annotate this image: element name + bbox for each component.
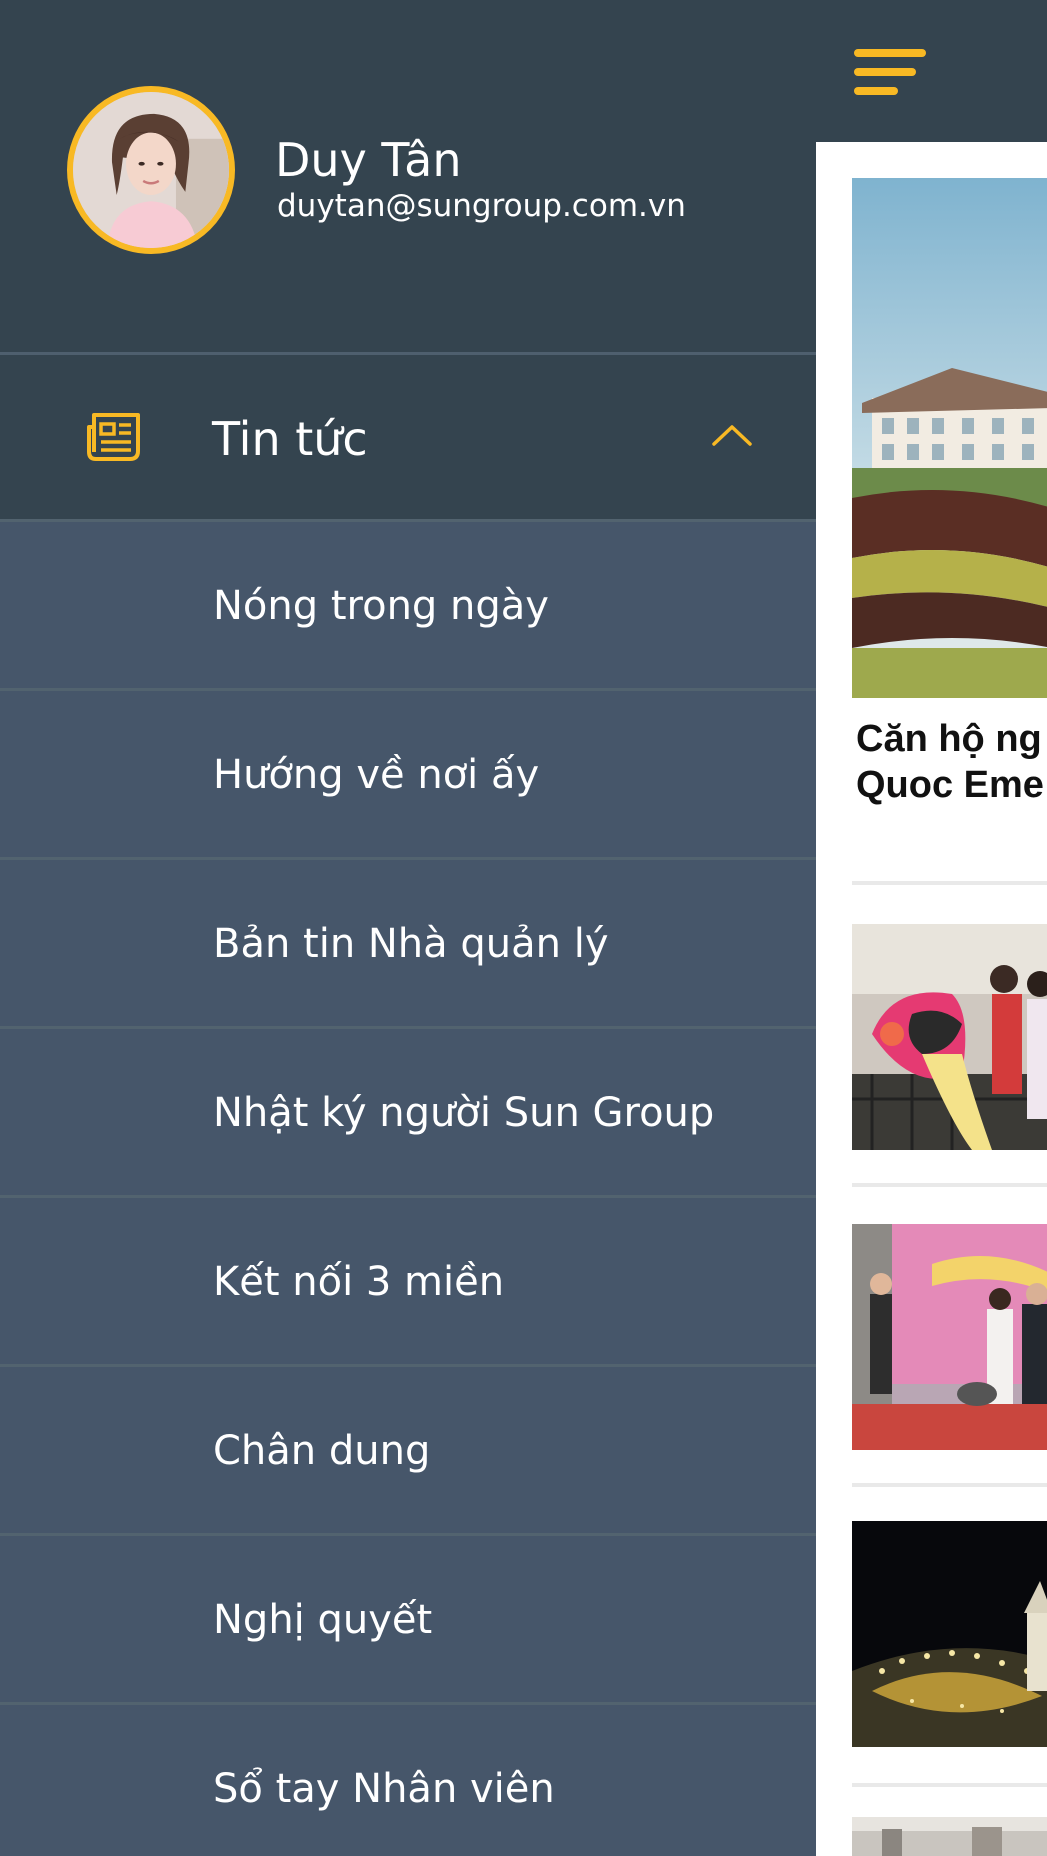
card-divider [852, 881, 1047, 885]
menu-section-news[interactable]: Tin tức [0, 355, 816, 522]
submenu-item-label: Nhật ký người Sun Group [213, 1090, 715, 1136]
article-thumbnail[interactable] [852, 1817, 1047, 1856]
menu-section-label: Tin tức [212, 412, 368, 466]
submenu-list: Nóng trong ngày Hướng về nơi ấy Bản tin … [0, 522, 816, 1856]
card-divider [852, 1783, 1047, 1787]
user-email: duytan@sungroup.com.vn [277, 188, 686, 224]
submenu-item-three-regions[interactable]: Kết nối 3 miền [0, 1198, 816, 1367]
featured-article-title[interactable]: Căn hộ ng Quoc Eme [856, 716, 1047, 808]
article-thumbnail[interactable] [852, 1521, 1047, 1747]
card-divider [852, 1483, 1047, 1487]
app-header [816, 0, 1047, 142]
submenu-item-sun-group-diary[interactable]: Nhật ký người Sun Group [0, 1029, 816, 1198]
submenu-item-label: Hướng về nơi ấy [213, 752, 540, 798]
profile-header: Duy Tân duytan@sungroup.com.vn [0, 0, 816, 352]
content-panel[interactable]: Căn hộ ng Quoc Eme [816, 0, 1047, 1856]
user-name: Duy Tân [275, 133, 462, 187]
article-thumbnail[interactable] [852, 1224, 1047, 1450]
submenu-item-label: Sổ tay Nhân viên [213, 1766, 555, 1812]
submenu-item-employee-handbook[interactable]: Sổ tay Nhân viên [0, 1705, 816, 1856]
avatar[interactable] [67, 86, 235, 254]
submenu-item-towards-there[interactable]: Hướng về nơi ấy [0, 691, 816, 860]
submenu-item-manager-bulletin[interactable]: Bản tin Nhà quản lý [0, 860, 816, 1029]
submenu-item-label: Chân dung [213, 1428, 431, 1474]
hamburger-icon[interactable] [854, 49, 926, 95]
submenu-item-label: Bản tin Nhà quản lý [213, 921, 609, 967]
card-divider [852, 1183, 1047, 1187]
submenu-item-label: Kết nối 3 miền [213, 1259, 505, 1305]
submenu-item-label: Nghị quyết [213, 1597, 433, 1643]
submenu-item-resolution[interactable]: Nghị quyết [0, 1536, 816, 1705]
submenu-item-hot-today[interactable]: Nóng trong ngày [0, 522, 816, 691]
article-thumbnail[interactable] [852, 924, 1047, 1150]
submenu-item-portrait[interactable]: Chân dung [0, 1367, 816, 1536]
newspaper-icon [87, 413, 140, 461]
navigation-drawer: Duy Tân duytan@sungroup.com.vn Tin tức N… [0, 0, 816, 1856]
submenu-item-label: Nóng trong ngày [213, 583, 549, 629]
avatar-photo [73, 92, 229, 248]
chevron-up-icon[interactable] [712, 423, 752, 447]
featured-article-image[interactable] [852, 178, 1047, 698]
